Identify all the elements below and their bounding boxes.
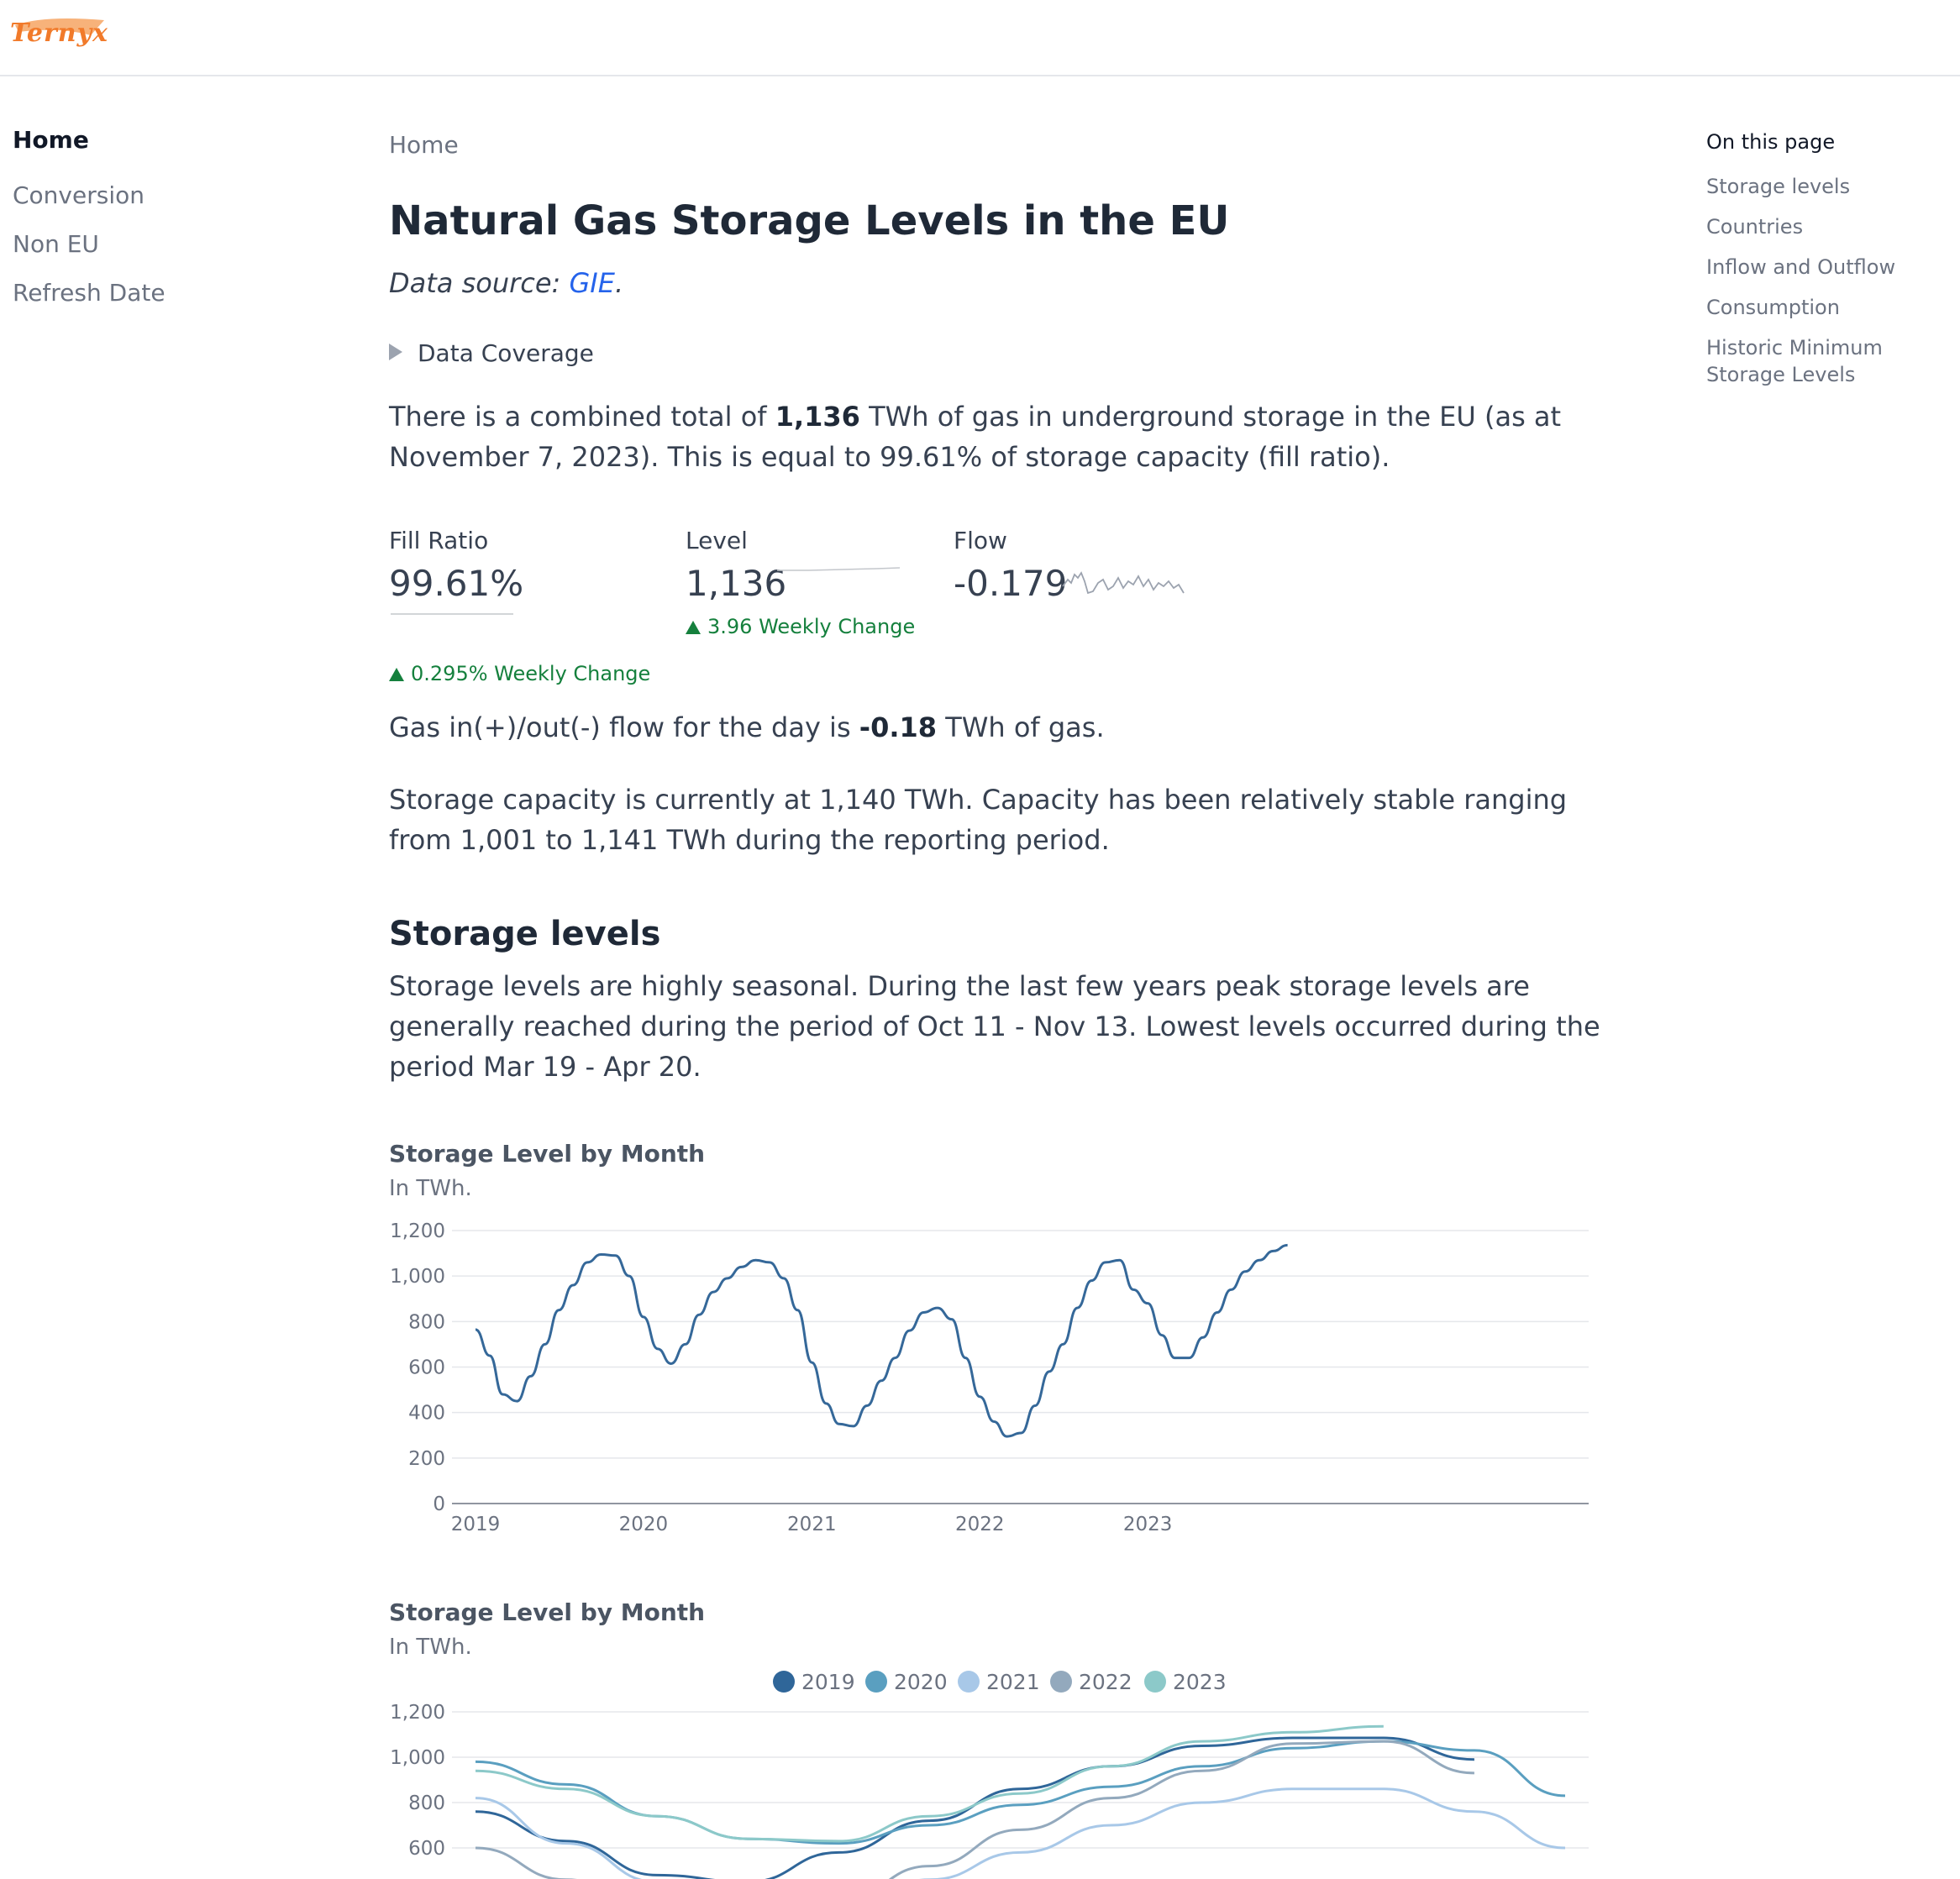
kpi-level-change-text: 3.96 Weekly Change [707, 615, 916, 638]
legend-label-2022[interactable]: 2022 [1079, 1670, 1132, 1694]
chart1-subtitle: In TWh. [389, 1176, 472, 1201]
summary-text-1: There is a combined total of [389, 401, 775, 433]
up-arrow-icon [686, 621, 701, 634]
kpi-fill-ratio-change: 0.295% Weekly Change [389, 662, 650, 685]
kpi-level-change: 3.96 Weekly Change [686, 615, 915, 638]
toc-item-countries[interactable]: Countries [1706, 213, 1958, 240]
data-source-prefix: Data source: [389, 267, 570, 299]
chart1-y-tick-label: 400 [408, 1403, 445, 1425]
kpi-level-label: Level [686, 527, 748, 554]
chart1-y-tick-label: 800 [408, 1311, 445, 1333]
summary-total: 1,136 [775, 401, 860, 433]
kpi-fill-ratio-value: 99.61% [389, 563, 524, 604]
breadcrumb[interactable]: Home [389, 131, 459, 159]
chart1-title: Storage Level by Month [389, 1140, 706, 1168]
capacity-paragraph: Storage capacity is currently at 1,140 T… [389, 784, 1568, 856]
chart2-y-tick-label: 1,000 [390, 1747, 445, 1769]
toc-item-consumption[interactable]: Consumption [1706, 294, 1958, 321]
logo-text: Ternyx [10, 18, 108, 48]
chart2-subtitle: In TWh. [389, 1635, 472, 1660]
chart1-x-tick-label: 2023 [1123, 1514, 1173, 1535]
disclosure-triangle-icon [389, 344, 402, 360]
kpi-fill-ratio-change-text: 0.295% Weekly Change [411, 662, 651, 685]
chart1-series-line[interactable] [475, 1243, 1288, 1438]
chart2-title: Storage Level by Month [389, 1598, 706, 1626]
chart2-y-tick-label: 600 [408, 1838, 445, 1860]
kpi-level-value: 1,136 [686, 563, 787, 604]
flow-paragraph: Gas in(+)/out(-) flow for the day is -0.… [389, 707, 1632, 748]
chart2-y-tick-label: 800 [408, 1792, 445, 1814]
table-of-contents: On this page Storage levels Countries In… [1706, 130, 1958, 402]
chart1-x-tick-label: 2019 [451, 1514, 501, 1535]
flow-value: -0.18 [859, 711, 938, 743]
legend-label-2023[interactable]: 2023 [1173, 1670, 1227, 1694]
section-heading-storage-levels: Storage levels [389, 915, 661, 953]
data-source-suffix: . [614, 267, 624, 299]
data-coverage-label: Data Coverage [418, 339, 594, 367]
storage-levels-paragraph: Storage levels are highly seasonal. Duri… [389, 970, 1600, 1083]
page-title: Natural Gas Storage Levels in the EU [389, 197, 1230, 244]
data-source: Data source: GIE. [389, 267, 623, 299]
top-bar: Ternyx [0, 0, 1960, 76]
chart2-series-line-2023[interactable] [475, 1724, 1384, 1843]
chart1-x-tick-label: 2022 [955, 1514, 1005, 1535]
legend-swatch-2023[interactable] [1144, 1671, 1166, 1693]
legend-swatch-2021[interactable] [958, 1671, 980, 1693]
sidebar-item-refresh-date[interactable]: Refresh Date [13, 279, 231, 307]
kpi-fill-ratio-sparkline [391, 613, 513, 615]
toc-item-storage-levels[interactable]: Storage levels [1706, 173, 1958, 200]
kpi-flow-label: Flow [954, 527, 1007, 554]
kpi-level-sparkline [777, 567, 901, 571]
legend-swatch-2022[interactable] [1050, 1671, 1072, 1693]
data-coverage-toggle[interactable]: Data Coverage [389, 339, 594, 367]
sidebar-item-non-eu[interactable]: Non EU [13, 230, 231, 258]
chart1-storage-level-line-chart[interactable]: 0 200 400 600 800 1,000 1,200 2019 2020 2021 2022 2… [389, 1210, 1599, 1546]
logo[interactable]: Ternyx [10, 12, 108, 55]
kpi-fill-ratio-label: Fill Ratio [389, 527, 489, 554]
legend-swatch-2019[interactable] [773, 1671, 795, 1693]
summary-paragraph: There is a combined total of 1,136 TWh o… [389, 396, 1632, 477]
toc-title: On this page [1706, 130, 1836, 154]
chart1-y-tick-label: 0 [433, 1493, 445, 1515]
kpi-flow-value: -0.179 [954, 563, 1068, 604]
chart1-x-tick-label: 2020 [619, 1514, 669, 1535]
chart1-y-tick-label: 1,200 [390, 1220, 445, 1242]
chart1-y-tick-label: 200 [408, 1448, 445, 1470]
chart2-storage-level-by-year-chart[interactable]: 2019 2020 2021 2022 2023 600 800 1,000 1,200 [389, 1663, 1599, 1879]
chart1-y-tick-label: 1,000 [390, 1266, 445, 1288]
flow-text-2: TWh of gas. [937, 711, 1105, 743]
chart2-y-tick-label: 1,200 [390, 1702, 445, 1724]
chart1-x-tick-label: 2021 [787, 1514, 837, 1535]
legend-label-2019[interactable]: 2019 [801, 1670, 855, 1694]
legend-swatch-2020[interactable] [865, 1671, 887, 1693]
up-arrow-icon [389, 668, 404, 681]
flow-text-1: Gas in(+)/out(-) flow for the day is [389, 711, 859, 743]
kpi-flow-sparkline [1062, 571, 1185, 595]
sidebar-nav: Home Conversion Non EU Refresh Date [13, 126, 231, 328]
sidebar-item-conversion[interactable]: Conversion [13, 181, 231, 209]
legend-label-2020[interactable]: 2020 [894, 1670, 948, 1694]
toc-item-inflow-outflow[interactable]: Inflow and Outflow [1706, 254, 1958, 281]
legend-label-2021[interactable]: 2021 [986, 1670, 1040, 1694]
toc-item-historic-minimum[interactable]: Historic Minimum Storage Levels [1706, 334, 1958, 388]
data-source-link[interactable]: GIE [570, 267, 615, 299]
sidebar-item-home[interactable]: Home [13, 126, 231, 154]
chart1-y-tick-label: 600 [408, 1357, 445, 1379]
